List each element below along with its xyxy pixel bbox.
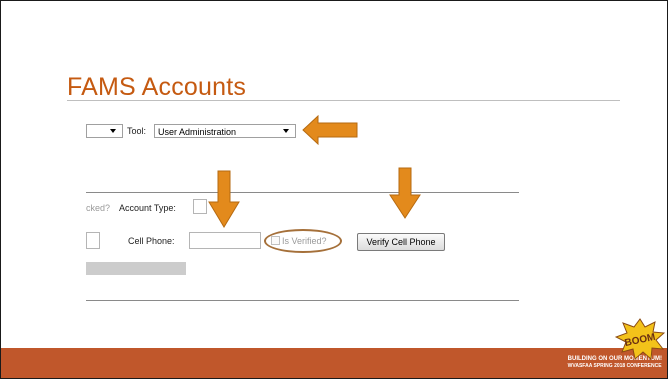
section-divider-bottom [86, 300, 519, 301]
title-divider [67, 100, 620, 101]
previous-field[interactable] [86, 232, 100, 249]
tool-dropdown[interactable]: User Administration [154, 124, 296, 138]
arrow-icon [208, 170, 240, 228]
cell-phone-input[interactable] [189, 232, 261, 249]
slide: FAMS Accounts Tool: User Administration … [0, 0, 668, 379]
gray-bar [86, 262, 186, 275]
cell-phone-label: Cell Phone: [128, 236, 175, 246]
tool-label: Tool: [127, 126, 147, 136]
section-divider-top [86, 192, 519, 193]
account-type-label: Account Type: [119, 203, 176, 213]
boom-logo: BOOM [615, 318, 665, 360]
is-verified-label: Is Verified? [282, 236, 327, 246]
footer-bar: BUILDING ON OUR MOMENTUM! WVASFAA SPRING… [0, 348, 668, 379]
arrow-icon [302, 115, 358, 145]
account-type-field[interactable] [193, 199, 207, 214]
locked-label: cked? [86, 203, 111, 213]
unnamed-dropdown[interactable] [86, 124, 123, 138]
checkbox-icon[interactable] [271, 236, 280, 245]
footer-line-2: WVASFAA SPRING 2018 CONFERENCE [567, 363, 662, 369]
slide-border [0, 0, 668, 379]
verify-cell-phone-button[interactable]: Verify Cell Phone [357, 233, 445, 251]
chevron-down-icon [110, 129, 116, 133]
tool-dropdown-value: User Administration [158, 127, 237, 137]
chevron-down-icon [283, 129, 289, 133]
page-title: FAMS Accounts [67, 73, 247, 101]
arrow-icon [389, 167, 421, 219]
